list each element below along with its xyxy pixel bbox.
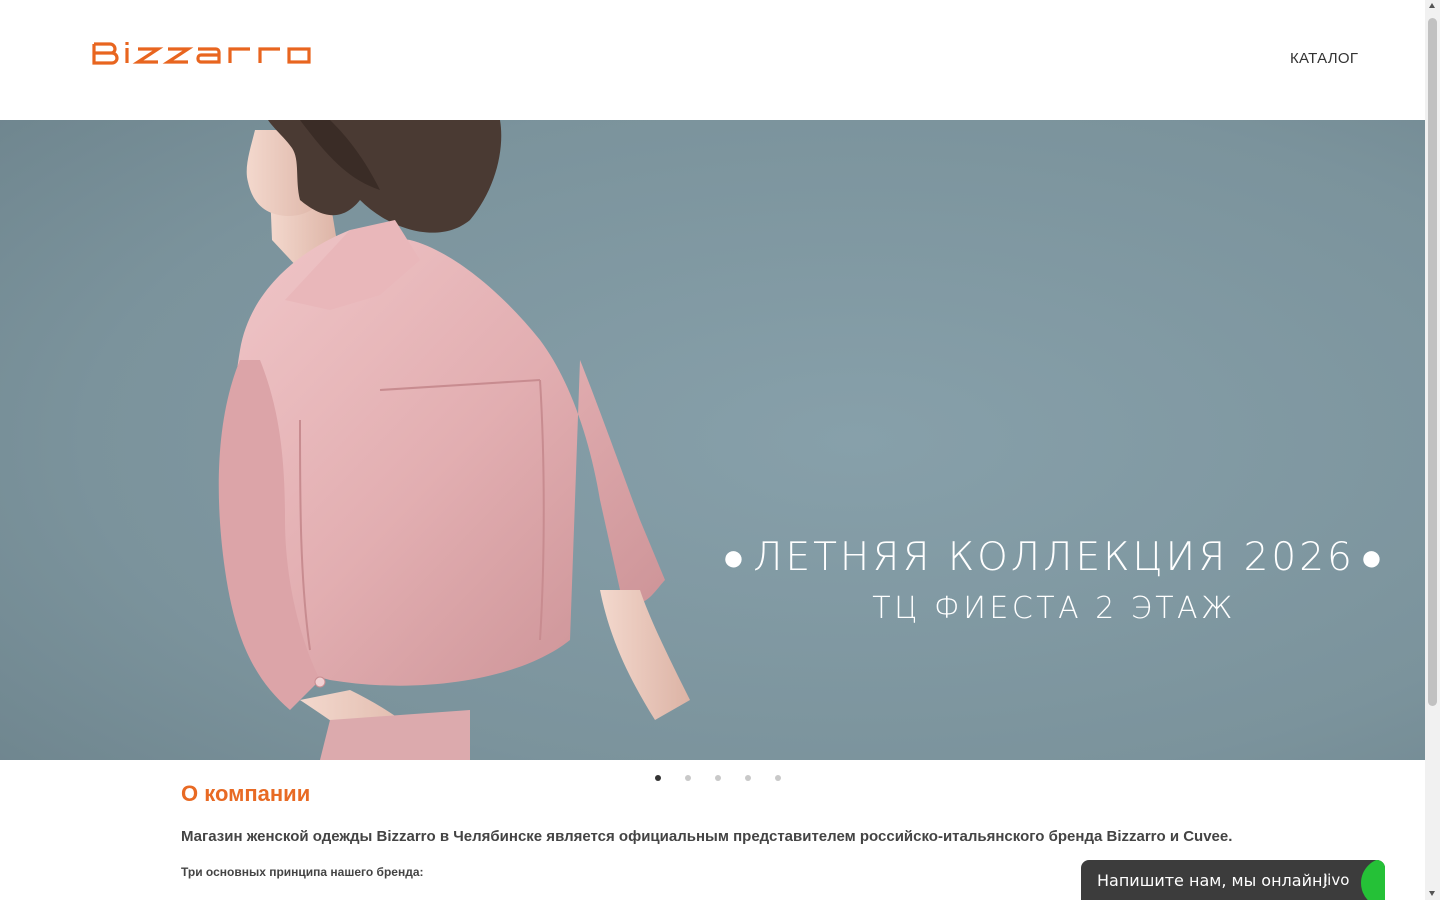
slider-dot-3[interactable] — [715, 775, 721, 781]
hero-title-bullet-left: ● — [722, 534, 748, 579]
scroll-down-arrow-icon[interactable] — [1429, 891, 1435, 896]
site-header: КАТАЛОГ — [0, 0, 1425, 120]
about-text: Магазин женской одежды Bizzarro в Челяби… — [181, 828, 1233, 845]
hero-image — [0, 120, 1425, 760]
slider-pagination — [655, 775, 781, 781]
hero-subtitle: ТЦ ФИЕСТА 2 ЭТАЖ — [872, 591, 1236, 626]
bizzarro-logo[interactable] — [90, 38, 312, 68]
principles-heading: Три основных принципа нашего бренда: — [181, 865, 424, 879]
hero-title: ● ЛЕТНЯЯ КОЛЛЕКЦИЯ 2026 ● — [722, 532, 1386, 582]
slider-dot-2[interactable] — [685, 775, 691, 781]
hero-title-text: ЛЕТНЯЯ КОЛЛЕКЦИЯ 2026 — [753, 534, 1355, 580]
jivo-logo: jivo — [1323, 871, 1350, 889]
scroll-up-arrow-icon[interactable] — [1429, 3, 1435, 8]
page-scrollbar[interactable] — [1425, 0, 1440, 900]
scrollbar-thumb[interactable] — [1428, 18, 1437, 706]
hero-title-bullet-right: ● — [1360, 534, 1386, 579]
hero-slider: ● ЛЕТНЯЯ КОЛЛЕКЦИЯ 2026 ● ТЦ ФИЕСТА 2 ЭТ… — [0, 120, 1425, 760]
nav-catalog-link[interactable]: КАТАЛОГ — [1290, 50, 1358, 67]
slider-dot-1[interactable] — [655, 775, 661, 781]
chat-widget[interactable]: Напишите нам, мы онлайн! jivo — [1081, 860, 1385, 900]
about-title: О компании — [181, 781, 311, 806]
chat-status-icon — [1361, 860, 1385, 900]
slider-dot-4[interactable] — [745, 775, 751, 781]
chat-widget-text: Напишите нам, мы онлайн! — [1097, 871, 1329, 890]
slider-dot-5[interactable] — [775, 775, 781, 781]
